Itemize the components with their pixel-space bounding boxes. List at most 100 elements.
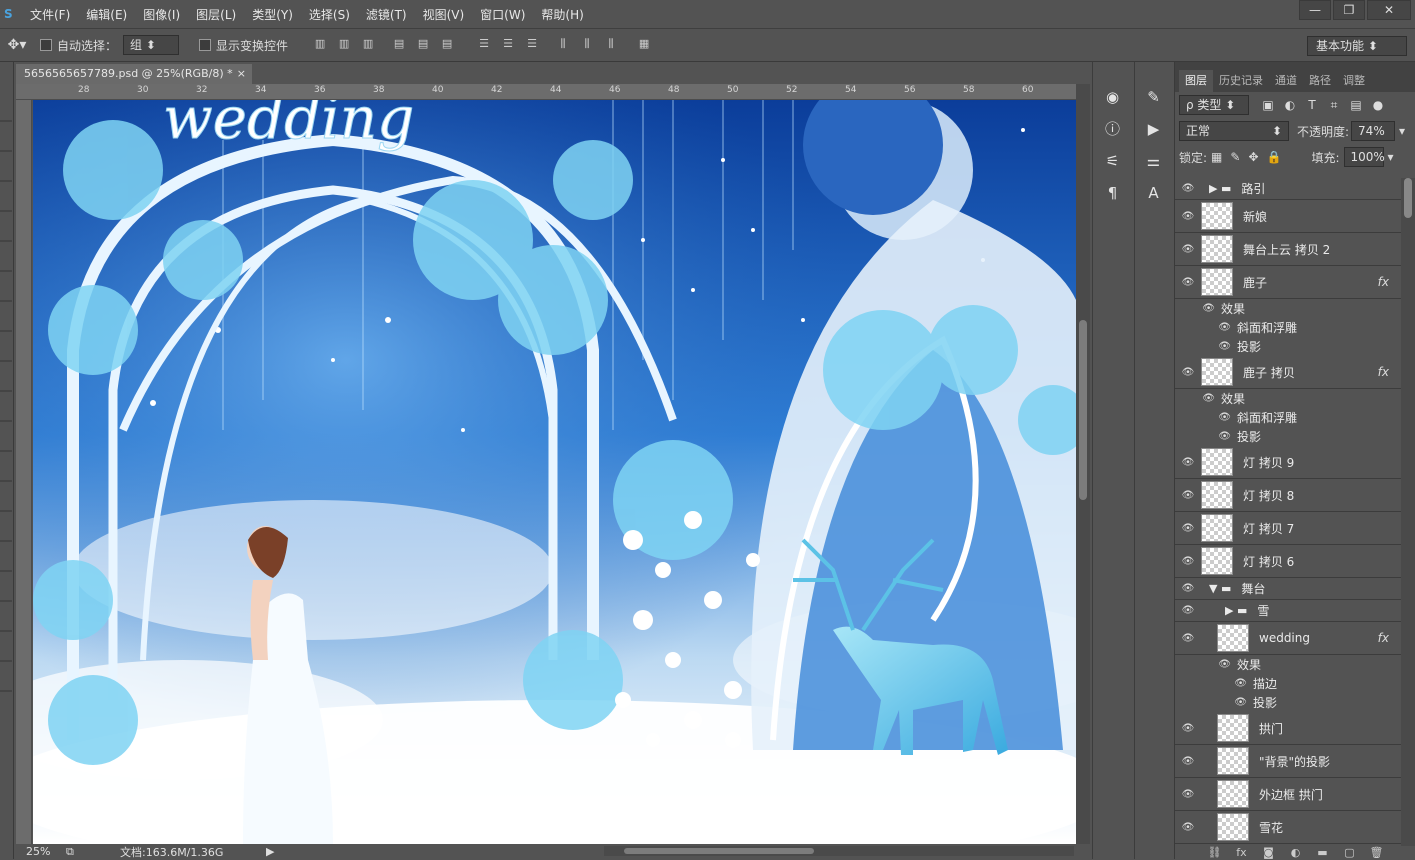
effect-row[interactable]: 👁 效果 [1175, 299, 1401, 318]
horizontal-scroll-thumb[interactable] [624, 848, 814, 854]
effect-row[interactable]: 👁 描边 [1175, 674, 1401, 693]
new-layer-icon[interactable]: ▢ [1336, 846, 1363, 859]
distribute-vcenter-icon[interactable]: ☰ [497, 37, 519, 53]
align-hcenter-icon[interactable]: ▤ [412, 37, 434, 53]
panel-tab-4[interactable]: 调整 [1337, 70, 1371, 92]
fx-icon[interactable]: fx [1378, 631, 1389, 645]
layer-row[interactable]: 👁 鹿子 拷贝 fx [1175, 356, 1401, 389]
zoom-level[interactable]: 25% [16, 845, 66, 858]
align-right-icon[interactable]: ▤ [436, 37, 458, 53]
panel-tab-2[interactable]: 通道 [1269, 70, 1303, 92]
menu-item-6[interactable]: 滤镜(T) [358, 6, 415, 23]
pixel-filter-icon[interactable]: ▣ [1257, 98, 1279, 113]
auto-select-dropdown[interactable]: 组 ⬍ [123, 35, 180, 55]
visibility-eye-icon[interactable]: 👁 [1175, 659, 1237, 670]
document-canvas[interactable]: wedding [33, 100, 1076, 844]
move-tool-icon[interactable]: ✥▾ [0, 37, 34, 53]
menu-item-2[interactable]: 图像(I) [135, 6, 188, 23]
visibility-eye-icon[interactable]: 👁 [1175, 183, 1201, 194]
fill-input[interactable]: 100% [1343, 147, 1385, 167]
visibility-eye-icon[interactable]: 👁 [1175, 244, 1201, 255]
info-icon[interactable]: ⓘ [1098, 116, 1128, 142]
visibility-eye-icon[interactable]: 👁 [1175, 277, 1201, 288]
visibility-eye-icon[interactable]: 👁 [1175, 457, 1201, 468]
layer-thumbnail[interactable] [1201, 268, 1233, 296]
distribute-bottom-icon[interactable]: ☰ [521, 37, 543, 53]
fx-icon[interactable]: fx [1378, 275, 1389, 289]
panel-tab-1[interactable]: 历史记录 [1213, 70, 1269, 92]
visibility-eye-icon[interactable]: 👁 [1175, 756, 1201, 767]
adjustment-icon[interactable]: ◐ [1282, 846, 1309, 859]
layer-thumbnail[interactable] [1217, 624, 1249, 652]
effect-row[interactable]: 👁 效果 [1175, 655, 1401, 674]
vertical-scroll-thumb[interactable] [1079, 320, 1087, 500]
visibility-eye-icon[interactable]: 👁 [1175, 697, 1253, 708]
visibility-eye-icon[interactable]: 👁 [1175, 431, 1237, 442]
brush-icon[interactable]: ✎ [1139, 84, 1169, 110]
panel-tab-3[interactable]: 路径 [1303, 70, 1337, 92]
layer-thumbnail[interactable] [1217, 780, 1249, 808]
distribute-hcenter-icon[interactable]: ⫼ [576, 37, 598, 53]
visibility-eye-icon[interactable]: 👁 [1175, 583, 1201, 594]
distribute-top-icon[interactable]: ☰ [473, 37, 495, 53]
minimize-button[interactable]: — [1299, 0, 1331, 20]
layer-thumbnail[interactable] [1217, 714, 1249, 742]
effect-row[interactable]: 👁 效果 [1175, 389, 1401, 408]
document-close-icon[interactable]: × [237, 64, 246, 84]
effect-row[interactable]: 👁 投影 [1175, 337, 1401, 356]
adjust-icon[interactable]: ⚟ [1098, 148, 1128, 174]
visibility-eye-icon[interactable]: 👁 [1175, 211, 1201, 222]
lock-paint-icon[interactable]: ✎ [1230, 150, 1240, 164]
layer-row[interactable]: 👁 ▶ ▬ 路引 [1175, 178, 1401, 200]
auto-select-checkbox[interactable] [40, 39, 52, 51]
play-icon[interactable]: ▶ [1139, 116, 1169, 142]
layer-row[interactable]: 👁 舞台上云 拷贝 2 [1175, 233, 1401, 266]
visibility-eye-icon[interactable]: 👁 [1175, 341, 1237, 352]
type-filter-icon[interactable]: T [1301, 98, 1323, 113]
layer-thumbnail[interactable] [1201, 547, 1233, 575]
layer-row[interactable]: 👁 灯 拷贝 8 [1175, 479, 1401, 512]
layer-row[interactable]: 👁 外边框 拱门 [1175, 778, 1401, 811]
visibility-eye-icon[interactable]: 👁 [1175, 303, 1221, 314]
menu-item-7[interactable]: 视图(V) [415, 6, 473, 23]
visibility-eye-icon[interactable]: 👁 [1175, 322, 1237, 333]
auto-align-icon[interactable]: ▦ [633, 37, 655, 53]
layer-row[interactable]: 👁 ▶ ▬ 雪 [1175, 600, 1401, 622]
show-transform-checkbox[interactable] [199, 39, 212, 51]
visibility-eye-icon[interactable]: 👁 [1175, 678, 1253, 689]
effect-row[interactable]: 👁 投影 [1175, 693, 1401, 712]
restore-button[interactable]: ❐ [1333, 0, 1365, 20]
menu-item-4[interactable]: 类型(Y) [244, 6, 301, 23]
menu-item-3[interactable]: 图层(L) [188, 6, 244, 23]
menu-item-1[interactable]: 编辑(E) [78, 6, 135, 23]
layer-row[interactable]: 👁 拱门 [1175, 712, 1401, 745]
layer-row[interactable]: 👁 新娘 [1175, 200, 1401, 233]
trash-icon[interactable]: 🗑 [1363, 846, 1390, 859]
layer-filter-dropdown[interactable]: ρ 类型 ⬍ [1179, 95, 1249, 115]
layer-thumbnail[interactable] [1201, 202, 1233, 230]
visibility-eye-icon[interactable]: 👁 [1175, 605, 1201, 616]
lock-all-icon[interactable]: 🔒 [1267, 150, 1282, 164]
visibility-eye-icon[interactable]: 👁 [1175, 523, 1201, 534]
blend-mode-dropdown[interactable]: 正常 ⬍ [1179, 121, 1289, 141]
layer-row[interactable]: 👁 灯 拷贝 7 [1175, 512, 1401, 545]
swatch-icon[interactable]: ⚌ [1139, 148, 1169, 174]
smart-filter-icon[interactable]: ▤ [1345, 98, 1367, 113]
visibility-eye-icon[interactable]: 👁 [1175, 490, 1201, 501]
visibility-eye-icon[interactable]: 👁 [1175, 556, 1201, 567]
visibility-eye-icon[interactable]: 👁 [1175, 412, 1237, 423]
panel-tab-0[interactable]: 图层 [1179, 70, 1213, 92]
fx-icon[interactable]: fx [1378, 365, 1389, 379]
layer-thumbnail[interactable] [1201, 235, 1233, 263]
visibility-eye-icon[interactable]: 👁 [1175, 393, 1221, 404]
visibility-eye-icon[interactable]: 👁 [1175, 822, 1201, 833]
mask-icon[interactable]: ◙ [1255, 846, 1282, 859]
menu-item-8[interactable]: 窗口(W) [472, 6, 533, 23]
layer-row[interactable]: 👁 wedding fx [1175, 622, 1401, 655]
effect-row[interactable]: 👁 斜面和浮雕 [1175, 318, 1401, 337]
distribute-left-icon[interactable]: ⫼ [552, 37, 574, 53]
visibility-eye-icon[interactable]: 👁 [1175, 789, 1201, 800]
layer-row[interactable]: 👁 鹿子 fx [1175, 266, 1401, 299]
layers-scrollbar[interactable] [1401, 178, 1415, 846]
paragraph-icon[interactable]: ¶ [1098, 180, 1128, 206]
